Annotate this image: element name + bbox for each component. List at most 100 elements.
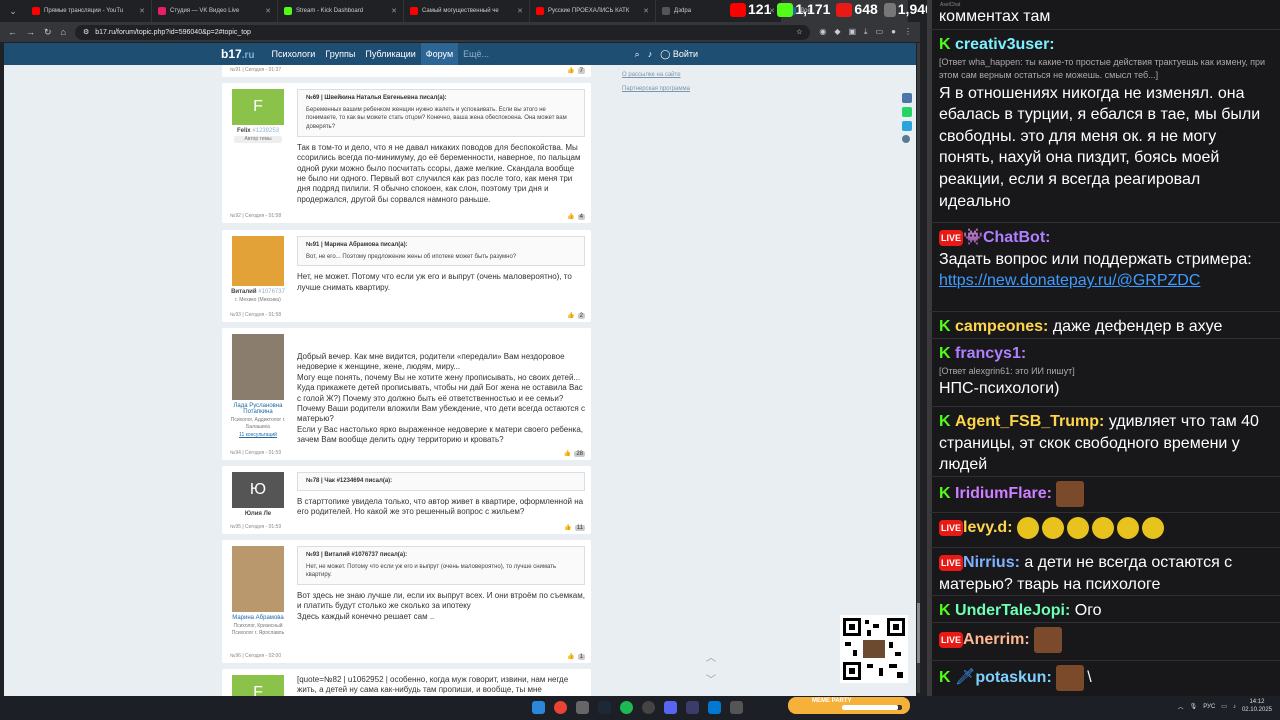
- author-name[interactable]: Марина Абрамова: [230, 615, 286, 621]
- star-icon[interactable]: ☆: [796, 28, 802, 36]
- browser-tab[interactable]: Студия — VK Видео Live ✕: [152, 0, 278, 22]
- post-quote: №78 | Чак #1234694 писал(а):: [297, 472, 585, 491]
- steam-icon[interactable]: [598, 701, 611, 714]
- sidebar-link[interactable]: Партнерская программа: [622, 83, 690, 97]
- spotify-icon[interactable]: [620, 701, 633, 714]
- close-icon[interactable]: ✕: [265, 7, 271, 15]
- like-button[interactable]: 👍 28: [564, 450, 585, 457]
- profile-icon[interactable]: ●: [891, 27, 896, 37]
- chrome-icon[interactable]: [554, 701, 567, 714]
- app-icon[interactable]: [708, 701, 721, 714]
- chat-username[interactable]: Nirrius:: [963, 554, 1020, 571]
- nav-psychologists[interactable]: Психологи: [266, 43, 320, 65]
- chat-scrollbar[interactable]: [927, 0, 932, 696]
- avatar[interactable]: [232, 236, 284, 286]
- page-scrollbar[interactable]: [917, 43, 920, 693]
- sidebar-link[interactable]: О рассылке на сайте: [622, 69, 690, 83]
- obs-icon[interactable]: [642, 701, 655, 714]
- avatar[interactable]: [232, 546, 284, 612]
- nav-forum[interactable]: Форум: [420, 43, 459, 65]
- author-name[interactable]: Виталий #1076737: [230, 289, 286, 295]
- browser-tab[interactable]: Русские ПРОЕХАЛИСЬ КАТК ✕: [530, 0, 656, 22]
- site-info-icon[interactable]: ⚙: [83, 28, 89, 36]
- app-icon[interactable]: [686, 701, 699, 714]
- login-button[interactable]: ◯ Войти: [660, 49, 698, 60]
- like-button[interactable]: 👍 4: [567, 213, 585, 220]
- volume-icon[interactable]: ♪: [1233, 704, 1236, 710]
- whatsapp-share-icon[interactable]: [902, 107, 912, 117]
- back-icon[interactable]: ←: [8, 27, 17, 37]
- app-icon[interactable]: [730, 701, 743, 714]
- like-button[interactable]: 👍 1: [567, 653, 585, 660]
- scrollbar-thumb[interactable]: [917, 603, 920, 663]
- chat-message: LIVE levy.d:: [939, 517, 1274, 539]
- download-icon[interactable]: ⤓: [864, 27, 868, 37]
- chat-username[interactable]: Agent_FSB_Trump:: [955, 413, 1104, 430]
- menu-icon[interactable]: ⋮: [904, 27, 912, 37]
- avatar[interactable]: Ю: [232, 472, 284, 508]
- vk-share-icon[interactable]: [902, 93, 912, 103]
- close-icon[interactable]: ✕: [643, 7, 649, 15]
- like-button[interactable]: 👍 2: [567, 312, 585, 319]
- chat-username[interactable]: creativ3user:: [955, 36, 1055, 53]
- clock[interactable]: 14:12 02.10.2025: [1242, 699, 1272, 715]
- split-icon[interactable]: ▭: [876, 27, 884, 37]
- vk-live-icon: LIVE: [939, 554, 964, 571]
- windows-start-icon[interactable]: [532, 701, 545, 714]
- home-icon[interactable]: ⌂: [61, 27, 66, 37]
- app-icon[interactable]: [576, 701, 589, 714]
- forum-post: №91 | Сегодня - 01:37 👍 7: [222, 65, 591, 77]
- chat-username[interactable]: Anerrim:: [963, 631, 1030, 648]
- nav-publications[interactable]: Публикации: [360, 43, 420, 65]
- nav-groups[interactable]: Группы: [320, 43, 360, 65]
- mic-icon[interactable]: 🎙: [1190, 703, 1198, 710]
- like-button[interactable]: 👍 7: [567, 67, 585, 74]
- extension-icon[interactable]: ◉: [819, 27, 826, 37]
- consultations-link[interactable]: 11 консультаций: [230, 432, 286, 439]
- puzzle-icon[interactable]: ▣: [848, 27, 856, 37]
- share-panel: [902, 93, 912, 143]
- author-name[interactable]: Юлия Ле: [230, 511, 286, 517]
- chat-username[interactable]: francys1:: [955, 345, 1026, 362]
- chat-panel: AxelChat комментах там K creativ3user: […: [927, 0, 1280, 696]
- scroll-down-icon[interactable]: ﹀: [706, 671, 716, 686]
- tab-search-button[interactable]: ⌄: [0, 0, 26, 22]
- chat-username[interactable]: IridiumFlare:: [955, 485, 1052, 502]
- extension-icon[interactable]: ◆: [834, 27, 840, 37]
- close-icon[interactable]: ✕: [139, 7, 145, 15]
- browser-tab[interactable]: Прямые трансляции - YouTu ✕: [26, 0, 152, 22]
- post-footer: №91 | Сегодня - 01:37: [230, 67, 282, 73]
- site-logo[interactable]: b17.ru: [221, 47, 254, 61]
- vk-icon: [158, 7, 166, 15]
- telegram-share-icon[interactable]: [902, 121, 912, 131]
- avatar[interactable]: [232, 334, 284, 400]
- chat-username[interactable]: potaskun:: [975, 669, 1051, 686]
- chevron-up-icon[interactable]: ︿: [1178, 702, 1184, 711]
- network-icon[interactable]: ▭: [1221, 703, 1227, 710]
- forward-icon[interactable]: →: [26, 27, 35, 37]
- discord-icon[interactable]: [664, 701, 677, 714]
- lang-indicator[interactable]: РУС: [1203, 704, 1215, 710]
- author-name[interactable]: Felix #1239253: [230, 128, 286, 134]
- search-icon[interactable]: ⌕: [635, 49, 640, 60]
- avatar[interactable]: F: [232, 89, 284, 125]
- close-icon[interactable]: ✕: [517, 7, 523, 15]
- browser-tab[interactable]: Самый могущественный че ✕: [404, 0, 530, 22]
- bell-icon[interactable]: ♪: [648, 49, 653, 59]
- total-viewers: 1,940: [883, 1, 933, 18]
- nav-more[interactable]: Ещё...: [458, 43, 494, 65]
- browser-tab[interactable]: Stream - Kick Dashboard ✕: [278, 0, 404, 22]
- share-icon[interactable]: [902, 135, 910, 143]
- chat-username[interactable]: campeones:: [955, 318, 1048, 335]
- reload-icon[interactable]: ↻: [44, 27, 52, 38]
- chat-username[interactable]: levy.d:: [963, 519, 1013, 536]
- url-bar[interactable]: ⚙ b17.ru/forum/topic.php?id=596040&p=2#t…: [74, 24, 811, 40]
- chat-username[interactable]: ChatBot:: [983, 229, 1051, 246]
- scroll-up-icon[interactable]: ︿: [706, 649, 716, 664]
- donate-link[interactable]: https://new.donatepay.ru/@GRPZDC: [939, 272, 1200, 289]
- author-name[interactable]: Лада Руслановна Потапкина: [230, 403, 286, 415]
- avatar[interactable]: F: [232, 675, 284, 696]
- like-button[interactable]: 👍 11: [564, 524, 585, 531]
- chat-username[interactable]: UnderTaleJopi:: [955, 602, 1070, 619]
- close-icon[interactable]: ✕: [391, 7, 397, 15]
